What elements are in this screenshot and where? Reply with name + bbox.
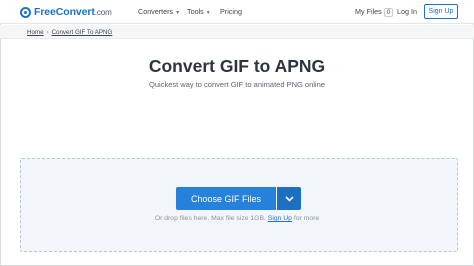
choose-files-button[interactable]: Choose GIF Files [176,187,276,210]
dropzone-signup-link[interactable]: Sign Up [268,215,292,222]
login-link[interactable]: Log In [397,7,417,16]
chevron-down-icon: ▼ [175,10,181,16]
nav-pricing-link[interactable]: Pricing [220,7,242,16]
nav-tools-menu[interactable]: Tools ▼ [187,7,211,16]
breadcrumb: Home › Convert GIF To APNG [27,29,112,36]
breadcrumb-current-link[interactable]: Convert GIF To APNG [52,29,113,36]
page-subtitle: Quickest way to convert GIF to animated … [149,80,325,89]
page-title: Convert GIF to APNG [148,56,326,76]
my-files-link[interactable]: My Files 0 [355,7,394,17]
freeconvert-logo[interactable]: FreeConvert.com [20,4,112,20]
signup-button[interactable]: Sign Up [424,4,458,19]
nav-converters-menu[interactable]: Converters ▼ [138,7,180,16]
choose-files-button-group: Choose GIF Files [176,187,301,210]
logo-text: FreeConvert.com [34,6,112,18]
top-navbar: FreeConvert.com Converters ▼ Tools ▼ Prici… [0,0,474,24]
dropzone-hint: Or drop files here. Max file size 1GB. S… [154,215,320,222]
breadcrumb-bar: Home › Convert GIF To APNG [0,25,474,39]
breadcrumb-separator: › [46,29,49,36]
chevron-down-icon: ▼ [205,10,211,16]
chevron-down-icon [284,195,294,202]
upload-source-dropdown-button[interactable] [277,187,301,210]
logo-icon [20,6,31,18]
my-files-count-badge: 0 [383,8,394,17]
breadcrumb-home-link[interactable]: Home [27,29,44,36]
